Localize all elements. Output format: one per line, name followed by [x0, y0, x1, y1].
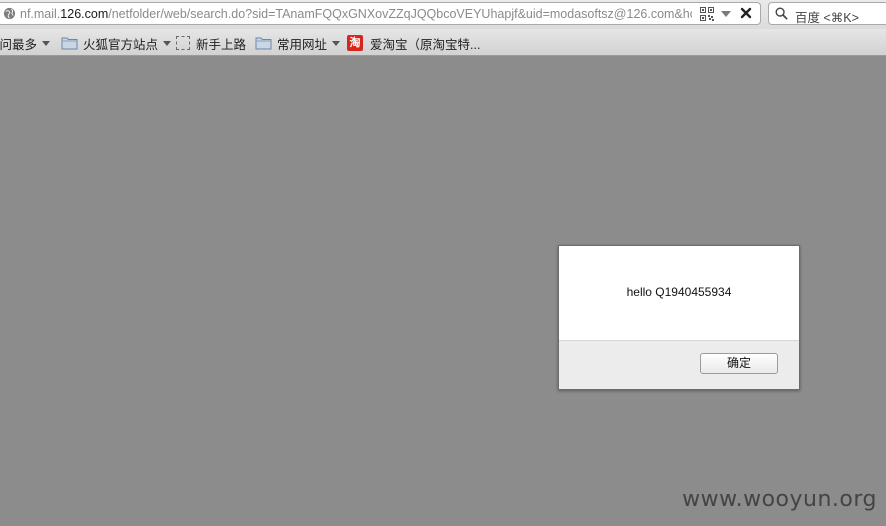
browser-window: nf.mail.126.com/netfolder/web/search.do?…	[0, 0, 886, 526]
history-dropdown-icon[interactable]	[721, 11, 731, 17]
url-path: /netfolder/web/search.do?sid=TAnamFQQxGN…	[108, 7, 692, 21]
ok-button[interactable]: 确定	[700, 353, 778, 374]
alert-message: hello Q1940455934	[626, 285, 732, 299]
bookmark-label: 爱淘宝（原淘宝特...	[370, 37, 481, 52]
address-bar[interactable]: nf.mail.126.com/netfolder/web/search.do?…	[0, 2, 761, 25]
url-prefix: nf.mail.	[20, 7, 61, 21]
navigation-toolbar: nf.mail.126.com/netfolder/web/search.do?…	[0, 0, 886, 29]
bookmark-label: 火狐官方站点	[83, 37, 159, 52]
alert-footer: 确定	[559, 340, 799, 389]
bookmark-label: 新手上路	[196, 37, 247, 52]
bookmark-label: 访问最多	[0, 37, 38, 52]
watermark: www.wooyun.org	[682, 487, 877, 512]
bookmark-most-visited[interactable]: 访问最多	[0, 34, 51, 52]
folder-icon	[61, 37, 78, 50]
url-domain: 126.com	[60, 7, 109, 21]
url-text[interactable]: nf.mail.126.com/netfolder/web/search.do?…	[20, 7, 692, 21]
bookmark-common-sites[interactable]: 常用网址	[255, 34, 341, 52]
bookmarks-toolbar: 访问最多 火狐官方站点 新手上路 常用网址 淘 爱淘宝（原淘宝特...	[0, 29, 886, 56]
chevron-down-icon	[163, 40, 172, 46]
bookmark-aitaobao[interactable]: 淘 爱淘宝（原淘宝特...	[347, 34, 480, 52]
globe-icon	[3, 7, 16, 20]
new-tab-icon	[176, 36, 190, 50]
bookmark-firefox-official[interactable]: 火狐官方站点	[61, 34, 172, 52]
chevron-down-icon	[42, 40, 51, 46]
search-bar[interactable]: 百度 <⌘K>	[768, 2, 886, 25]
chevron-down-icon	[332, 40, 341, 46]
stop-icon[interactable]	[739, 6, 753, 20]
search-icon	[775, 7, 788, 20]
qr-code-icon[interactable]	[700, 7, 714, 21]
bookmark-label: 常用网址	[277, 37, 328, 52]
taobao-icon: 淘	[347, 35, 363, 51]
bookmark-getting-started[interactable]: 新手上路	[176, 34, 246, 52]
alert-dialog: hello Q1940455934 确定	[558, 245, 800, 390]
search-placeholder: 百度 <⌘K>	[795, 11, 859, 25]
folder-icon	[255, 37, 272, 50]
